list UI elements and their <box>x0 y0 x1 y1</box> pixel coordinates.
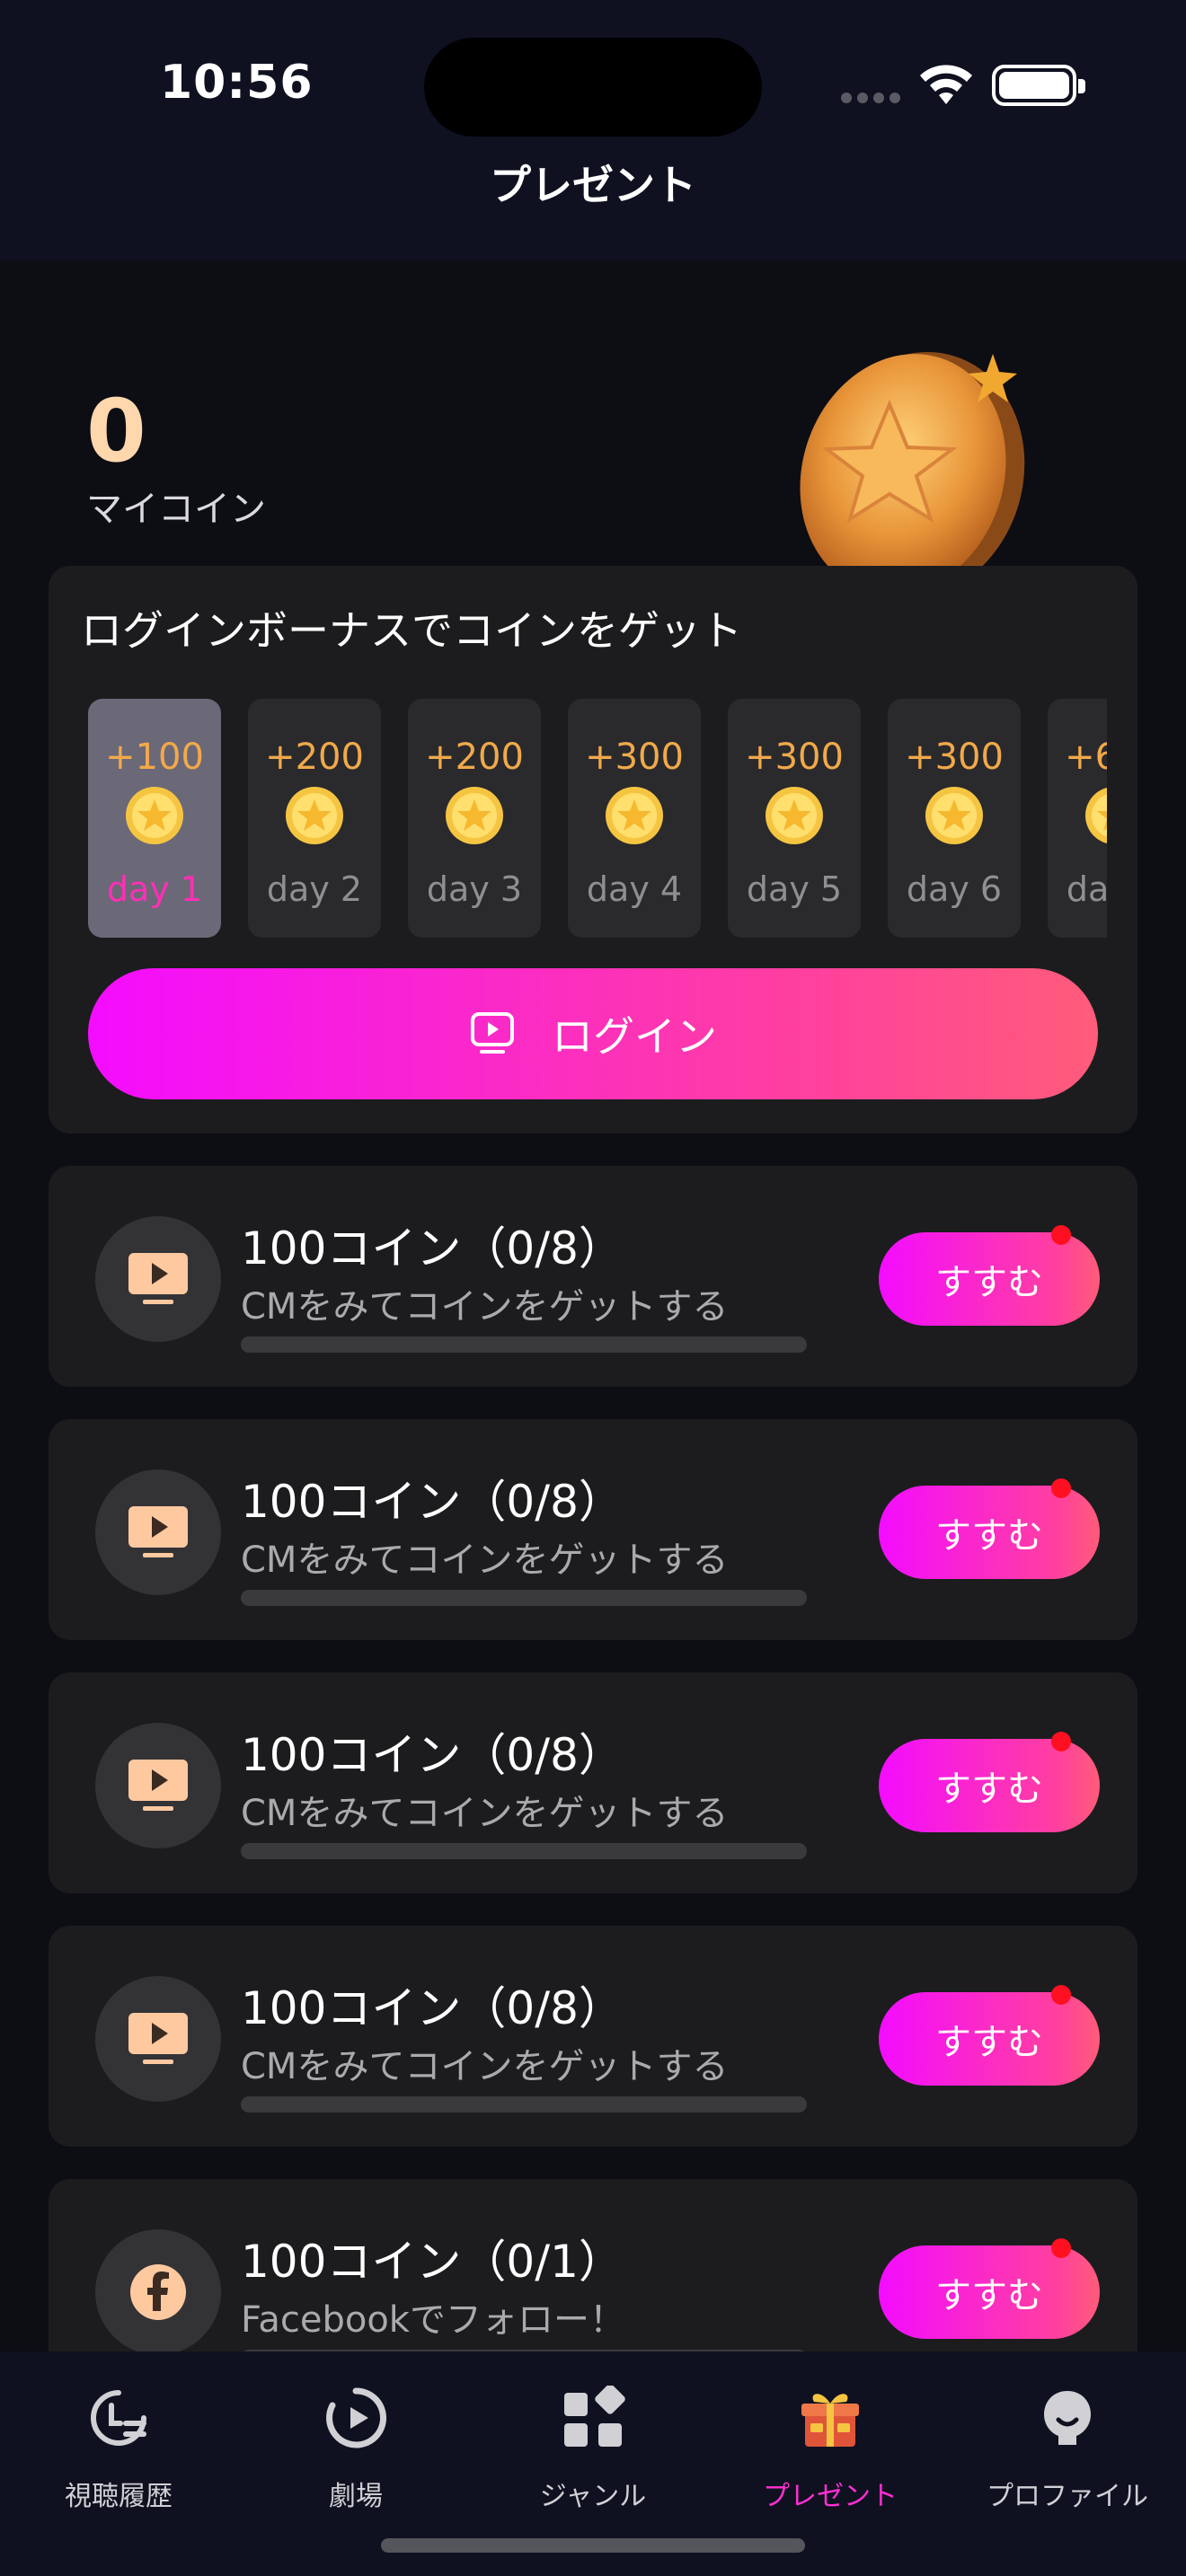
task-title: 100コイン（0/8） <box>241 1729 624 1781</box>
task-icon-badge <box>95 1216 221 1342</box>
bonus-day-amount: +200 <box>425 737 524 778</box>
login-bonus-title: ログインボーナスでコインをゲット <box>81 606 742 655</box>
gold-coin-icon <box>1085 788 1107 843</box>
task-subtitle: CMをみてコインをゲットする <box>241 1539 729 1581</box>
coin-balance: 0 <box>86 381 146 481</box>
bonus-day-amount: +100 <box>105 737 204 778</box>
task-card: 100コイン（0/8） CMをみてコインをゲットする すすむ <box>49 1926 1137 2147</box>
bonus-day-4[interactable]: +300 day 4 <box>568 699 701 938</box>
bonus-day-label: day 4 <box>586 869 683 909</box>
bonus-day-2[interactable]: +200 day 2 <box>248 699 381 938</box>
bonus-day-1[interactable]: +100 day 1 <box>88 699 221 938</box>
gold-coin-icon <box>925 787 983 844</box>
profile-icon <box>1044 2391 1091 2445</box>
task-icon-badge <box>95 1469 221 1595</box>
task-progress-bar <box>241 1590 807 1606</box>
bonus-day-6[interactable]: +300 day 6 <box>888 699 1021 938</box>
tab-label: プロファイル <box>987 2481 1148 2512</box>
task-go-button[interactable]: すすむ <box>879 1739 1100 1832</box>
task-progress-bar <box>241 1843 807 1859</box>
task-icon-badge <box>95 1723 221 1848</box>
bonus-day-3[interactable]: +200 day 3 <box>408 699 541 938</box>
task-icon-badge <box>95 1976 221 2102</box>
task-subtitle: CMをみてコインをゲットする <box>241 1286 729 1328</box>
bonus-day-amount: +200 <box>265 737 364 778</box>
task-card: 100コイン（0/8） CMをみてコインをゲットする すすむ <box>49 1672 1137 1893</box>
bonus-day-label: day 3 <box>426 869 523 909</box>
tv-play-icon <box>128 1760 188 1811</box>
notification-dot <box>1051 1732 1071 1751</box>
task-subtitle: CMをみてコインをゲットする <box>241 2046 729 2087</box>
bonus-day-label: day 2 <box>266 869 363 909</box>
gold-coin-icon <box>446 787 503 844</box>
task-card: 100コイン（0/8） CMをみてコインをゲットする すすむ <box>49 1166 1137 1387</box>
tv-play-icon <box>128 2013 188 2064</box>
gold-coin-icon <box>286 787 343 844</box>
notification-dot <box>1051 1478 1071 1498</box>
login-button-label: ログイン <box>552 1012 717 1061</box>
tab-genre[interactable]: ジャンル <box>494 2375 692 2513</box>
task-title: 100コイン（0/8） <box>241 1982 624 2034</box>
history-icon <box>91 2390 146 2446</box>
tv-play-icon <box>128 1506 188 1557</box>
dynamic-island <box>424 38 762 137</box>
tab-profile[interactable]: プロファイル <box>969 2375 1166 2513</box>
login-bonus-card: ログインボーナスでコインをゲット +100 day 1 +200 day 2 +… <box>49 566 1137 1134</box>
bonus-days-strip[interactable]: +100 day 1 +200 day 2 +200 day 3 +300 da… <box>88 699 1107 938</box>
status-bar: 10:56 <box>0 0 1186 153</box>
gift-icon <box>801 2394 859 2447</box>
task-go-button[interactable]: すすむ <box>879 1992 1100 2086</box>
bonus-day-label: day 7 <box>1066 869 1107 909</box>
tv-play-icon <box>128 1253 188 1304</box>
bonus-day-amount: +600 <box>1065 737 1107 778</box>
tab-label: 視聴履歴 <box>65 2481 173 2512</box>
wifi-icon <box>920 65 972 104</box>
gold-coin-icon <box>606 787 663 844</box>
tab-present[interactable]: プレゼント <box>731 2375 929 2513</box>
task-title: 100コイン（0/8） <box>241 1222 624 1275</box>
bonus-day-7[interactable]: +600 day 7 <box>1048 699 1107 938</box>
cellular-signal-icon <box>841 90 906 107</box>
task-icon-badge <box>95 2229 221 2355</box>
theater-play-icon <box>326 2387 386 2448</box>
bonus-day-amount: +300 <box>585 737 684 778</box>
coin-balance-label: マイコイン <box>86 489 266 530</box>
task-progress-bar <box>241 1337 807 1353</box>
task-subtitle: Facebookでフォロー！ <box>241 2299 625 2341</box>
tab-label: 劇場 <box>329 2481 383 2512</box>
tab-label: プレゼント <box>763 2481 898 2512</box>
task-title: 100コイン（0/1） <box>241 2236 624 2288</box>
bonus-day-label: day 6 <box>906 869 1003 909</box>
task-card: 100コイン（0/8） CMをみてコインをゲットする すすむ <box>49 1419 1137 1640</box>
bonus-day-label: day 1 <box>106 869 203 909</box>
battery-icon <box>992 65 1085 106</box>
star-coin-illustration-icon <box>800 351 1025 566</box>
task-go-button[interactable]: すすむ <box>879 1232 1100 1326</box>
notification-dot <box>1051 1985 1071 2005</box>
tab-history[interactable]: 視聴履歴 <box>20 2375 217 2513</box>
task-subtitle: CMをみてコインをゲットする <box>241 1793 729 1834</box>
bonus-day-label: day 5 <box>746 869 843 909</box>
bonus-day-5[interactable]: +300 day 5 <box>728 699 861 938</box>
bonus-day-amount: +300 <box>745 737 844 778</box>
facebook-icon <box>130 2264 186 2320</box>
page-title: プレゼント <box>490 161 696 209</box>
tv-login-icon <box>471 1012 514 1054</box>
status-time: 10:56 <box>160 56 314 110</box>
home-indicator <box>381 2538 805 2553</box>
login-button[interactable]: ログイン <box>88 968 1098 1099</box>
task-go-button[interactable]: すすむ <box>879 1486 1100 1579</box>
genre-grid-icon <box>564 2386 625 2447</box>
tab-theater[interactable]: 劇場 <box>257 2375 455 2513</box>
notification-dot <box>1051 2238 1071 2258</box>
task-progress-bar <box>241 2096 807 2113</box>
task-title: 100コイン（0/8） <box>241 1476 624 1528</box>
tab-label: ジャンル <box>539 2481 647 2512</box>
notification-dot <box>1051 1225 1071 1245</box>
gold-coin-icon <box>766 787 823 844</box>
gold-coin-icon <box>126 787 183 844</box>
bonus-day-amount: +300 <box>905 737 1004 778</box>
task-go-button[interactable]: すすむ <box>879 2245 1100 2339</box>
